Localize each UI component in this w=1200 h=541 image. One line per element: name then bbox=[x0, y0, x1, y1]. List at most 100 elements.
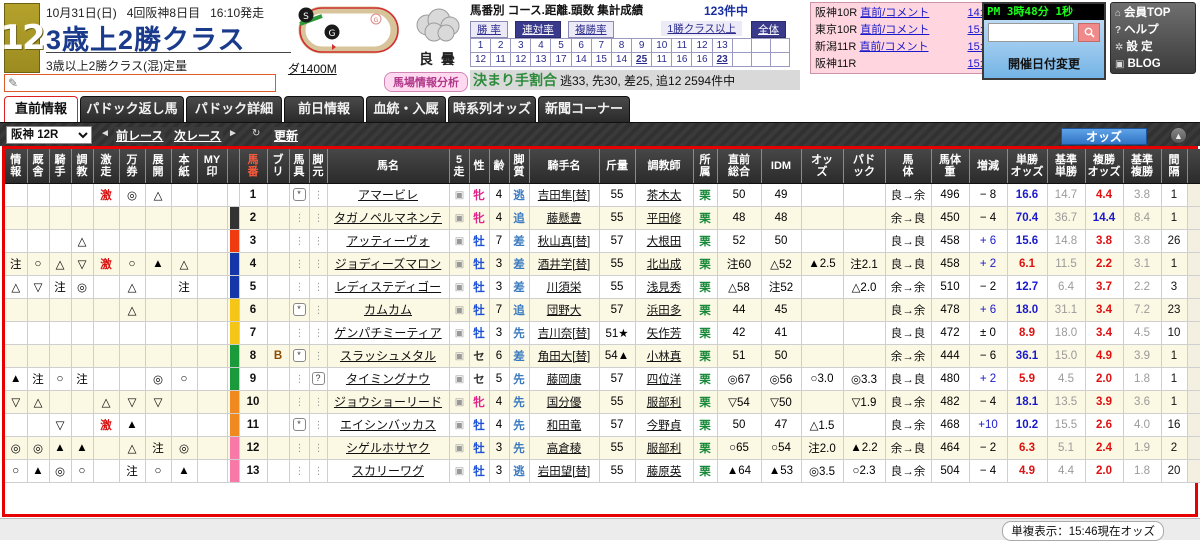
horse-number[interactable]: 3 bbox=[239, 229, 268, 253]
trainer-cell[interactable]: 藤原英 bbox=[635, 459, 694, 483]
blinker-cell[interactable]: ⋮ bbox=[289, 367, 310, 391]
table-row[interactable]: 8 B * ⋮ スラッシュメタル ▣ セ 6 差角田大[替] 54▲ 小林真栗 51 50 余→余 444−… bbox=[5, 344, 1200, 368]
mark-cell[interactable] bbox=[93, 206, 120, 230]
equipment-cell[interactable]: ⋮ bbox=[309, 436, 328, 460]
mark-cell[interactable]: ▲ bbox=[71, 436, 94, 460]
blinker-cell[interactable]: ⋮ bbox=[289, 229, 310, 253]
equipment-cell[interactable]: ⋮ bbox=[309, 229, 328, 253]
mark-cell[interactable] bbox=[71, 183, 94, 207]
mark-cell[interactable]: 激 bbox=[93, 252, 120, 276]
last5-icon[interactable]: ▣ bbox=[449, 183, 470, 207]
mark-cell[interactable] bbox=[145, 229, 172, 253]
mark-cell[interactable]: 注 bbox=[5, 252, 28, 276]
stats-tab-place[interactable]: 複勝率 bbox=[568, 21, 614, 38]
mark-cell[interactable] bbox=[171, 413, 198, 437]
equipment-cell[interactable]: ⋮ bbox=[309, 390, 328, 414]
prev-arrow-icon[interactable]: ◄ bbox=[100, 128, 110, 139]
mark-cell[interactable]: △ bbox=[171, 252, 198, 276]
col-gekiso[interactable]: 激走 bbox=[93, 149, 120, 184]
trainer-cell[interactable]: 北出成 bbox=[635, 252, 694, 276]
mark-cell[interactable] bbox=[71, 298, 94, 322]
last5-icon[interactable]: ▣ bbox=[449, 252, 470, 276]
mark-cell[interactable]: 注 bbox=[27, 367, 50, 391]
mark-cell[interactable]: ◎ bbox=[71, 275, 94, 299]
trainer-link[interactable]: 四位洋 bbox=[647, 374, 682, 386]
win-odds-cell[interactable]: 12.7 bbox=[1007, 275, 1048, 299]
last5-icon[interactable]: ▣ bbox=[449, 298, 470, 322]
mark-cell[interactable] bbox=[49, 183, 72, 207]
mark-cell[interactable]: ▲ bbox=[5, 367, 28, 391]
win-odds-cell[interactable]: 6.1 bbox=[1007, 252, 1048, 276]
trainer-cell[interactable]: 茶木太 bbox=[635, 183, 694, 207]
col-chokyo[interactable]: 調教 bbox=[71, 149, 94, 184]
mark-cell[interactable] bbox=[171, 206, 198, 230]
race-select[interactable]: 阪神 12R bbox=[6, 126, 92, 144]
mark-cell[interactable] bbox=[171, 229, 198, 253]
jockey-cell[interactable]: 吉田隼[替] bbox=[529, 183, 600, 207]
equipment-cell[interactable]: ⋮ bbox=[309, 321, 328, 345]
menu-item-blog[interactable]: ▣ BLOG bbox=[1115, 56, 1195, 73]
trainer-link[interactable]: 北出成 bbox=[647, 259, 682, 271]
mark-cell[interactable]: ▽ bbox=[71, 252, 94, 276]
collapse-icon[interactable]: ▲ bbox=[1170, 127, 1187, 144]
trainer-link[interactable]: 大根田 bbox=[647, 236, 682, 248]
trainer-cell[interactable]: 服部利 bbox=[635, 436, 694, 460]
horse-name-cell[interactable]: ゲンパチミーティア bbox=[327, 321, 450, 345]
win-odds-cell[interactable]: 6.3 bbox=[1007, 436, 1048, 460]
blinker-cell[interactable]: ⋮ bbox=[289, 275, 310, 299]
trainer-link[interactable]: 服部利 bbox=[647, 397, 682, 409]
win-odds-cell[interactable]: 70.4 bbox=[1007, 206, 1048, 230]
tab-pedigree[interactable]: 血統・入厩 bbox=[366, 96, 446, 122]
place-odds-cell[interactable]: 2.6 bbox=[1085, 413, 1124, 437]
col-kishu[interactable]: 騎手 bbox=[49, 149, 72, 184]
mark-cell[interactable] bbox=[71, 344, 94, 368]
mark-cell[interactable]: ◎ bbox=[27, 436, 50, 460]
mark-cell[interactable]: ○ bbox=[119, 252, 146, 276]
mark-cell[interactable]: ○ bbox=[49, 367, 72, 391]
horse-name-cell[interactable]: エイシンバッカス bbox=[327, 413, 450, 437]
horse-name-link[interactable]: カムカム bbox=[364, 303, 412, 317]
horse-number[interactable]: 12 bbox=[239, 436, 268, 460]
trainer-cell[interactable]: 服部利 bbox=[635, 390, 694, 414]
mark-cell[interactable]: △ bbox=[145, 183, 172, 207]
mark-cell[interactable] bbox=[5, 344, 28, 368]
mark-cell[interactable]: 激 bbox=[93, 183, 120, 207]
equipment-cell[interactable]: ⋮ bbox=[309, 206, 328, 230]
mark-cell[interactable] bbox=[145, 298, 172, 322]
horse-name-cell[interactable]: シゲルホサヤク bbox=[327, 436, 450, 460]
table-row[interactable]: 激 ◎ △ 1 * ⋮ アマービレ ▣ 牝 4 逃吉田隼[替] 55 茶木太栗 50 49 良→余 496− 8… bbox=[5, 183, 1200, 207]
trainer-link[interactable]: 小林真 bbox=[647, 351, 682, 363]
horse-number[interactable]: 6 bbox=[239, 298, 268, 322]
last5-icon[interactable]: ▣ bbox=[449, 206, 470, 230]
mark-cell[interactable] bbox=[27, 183, 50, 207]
jockey-cell[interactable]: 藤岡康 bbox=[529, 367, 600, 391]
mark-cell[interactable] bbox=[171, 298, 198, 322]
mark-cell[interactable] bbox=[49, 321, 72, 345]
upcoming-comment-link[interactable]: 直前/コメント bbox=[860, 24, 929, 36]
mark-cell[interactable]: ○ bbox=[71, 459, 94, 483]
stats-tab-win[interactable]: 勝 率 bbox=[470, 21, 508, 38]
horse-name-link[interactable]: レディステディゴー bbox=[335, 280, 441, 294]
horse-number[interactable]: 11 bbox=[239, 413, 268, 437]
place-odds-cell[interactable]: 2.0 bbox=[1085, 367, 1124, 391]
trainer-cell[interactable]: 平田修 bbox=[635, 206, 694, 230]
mark-cell[interactable]: ▲ bbox=[145, 252, 172, 276]
mark-cell[interactable]: 激 bbox=[93, 413, 120, 437]
horse-name-link[interactable]: ジョディーズマロン bbox=[335, 257, 442, 271]
jockey-cell[interactable]: 岩田望[替] bbox=[529, 459, 600, 483]
horse-name-cell[interactable]: ジョディーズマロン bbox=[327, 252, 450, 276]
col-jockey[interactable]: 騎手名 bbox=[529, 149, 600, 184]
horse-number[interactable]: 8 bbox=[239, 344, 268, 368]
mark-cell[interactable] bbox=[197, 183, 228, 207]
jockey-link[interactable]: 藤懸豊 bbox=[547, 213, 582, 225]
equipment-cell[interactable]: ⋮ bbox=[309, 298, 328, 322]
mark-cell[interactable] bbox=[197, 413, 228, 437]
last5-icon[interactable]: ▣ bbox=[449, 275, 470, 299]
horse-name-cell[interactable]: カムカム bbox=[327, 298, 450, 322]
mark-cell[interactable]: △ bbox=[5, 275, 28, 299]
jockey-link[interactable]: 吉田隼[替] bbox=[538, 190, 590, 202]
mark-cell[interactable] bbox=[171, 390, 198, 414]
horse-name-cell[interactable]: アマービレ bbox=[327, 183, 450, 207]
jockey-link[interactable]: 高倉稜 bbox=[547, 443, 582, 455]
equipment-cell[interactable]: ? bbox=[309, 367, 328, 391]
